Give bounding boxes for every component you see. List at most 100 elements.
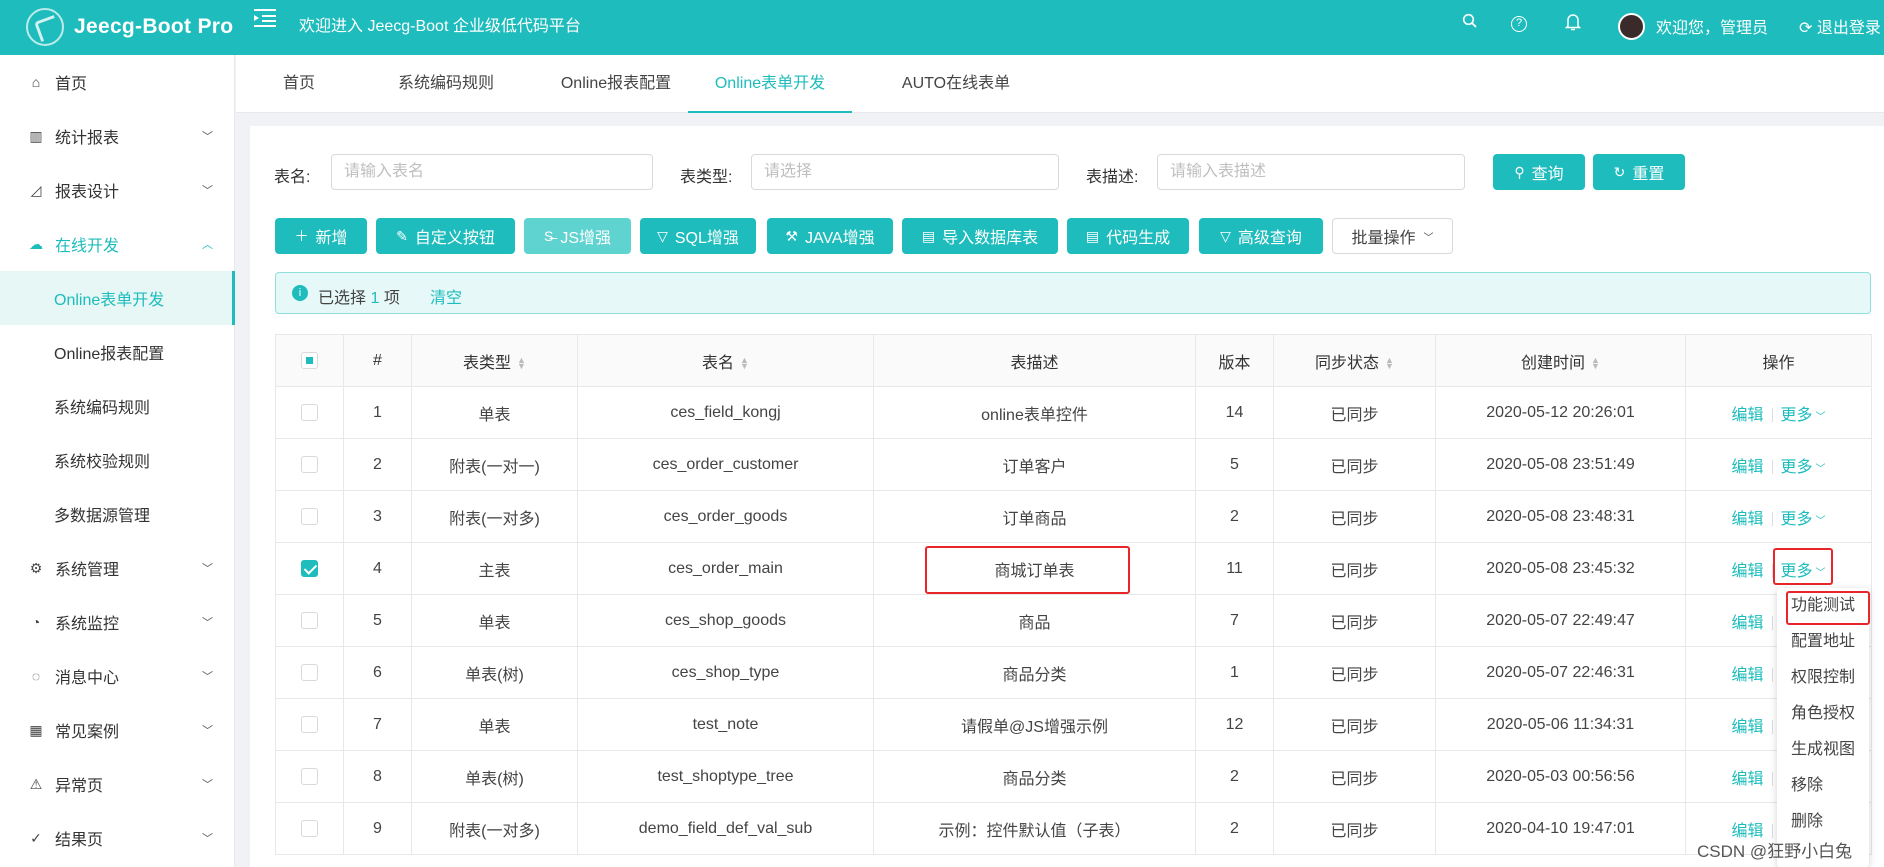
clear-selection-link[interactable]: 清空	[430, 284, 462, 308]
row-select-cell[interactable]	[275, 698, 344, 751]
table-row[interactable]: 9 附表(一对多) demo_field_def_val_sub 示例：控件默认值（子…	[275, 802, 1872, 855]
row-checkbox[interactable]	[301, 819, 318, 837]
sidebar-item-home[interactable]: ⌂ 首页	[0, 55, 235, 109]
row-checkbox[interactable]	[301, 715, 318, 733]
row-checkbox[interactable]	[301, 611, 318, 629]
sidebar-item-monitor[interactable]: ◔ 系统监控 ﹀	[0, 595, 235, 649]
table-row[interactable]: 3 附表(一对多) ces_order_goods 订单商品 2 已同步 2020-05-0…	[275, 490, 1872, 543]
menu-fold-icon[interactable]	[254, 8, 276, 32]
row-checkbox[interactable]	[301, 663, 318, 681]
sidebar-sub-code-rule[interactable]: 系统编码规则	[0, 379, 235, 433]
table-row[interactable]: 5 单表 ces_shop_goods 商品 7 已同步 2020-05-07 22:49:…	[275, 594, 1872, 647]
bell-icon[interactable]	[1562, 13, 1584, 35]
custom-button-button[interactable]: ✎ 自定义按钮	[376, 218, 515, 254]
row-select-cell[interactable]	[275, 802, 344, 855]
js-enhance-button[interactable]: S̶ JS增强	[524, 218, 631, 254]
edit-link[interactable]: 编辑	[1731, 563, 1763, 580]
more-dropdown-link[interactable]: 更多﹀	[1781, 459, 1826, 476]
table-desc-input[interactable]	[1157, 154, 1465, 190]
tab-online-form[interactable]: Online表单开发	[688, 55, 852, 113]
sidebar-item-result[interactable]: ✓ 结果页 ﹀	[0, 811, 235, 865]
cell-created: 2020-05-08 23:51:49	[1435, 438, 1686, 491]
select-all-checkbox[interactable]	[301, 351, 318, 369]
sidebar-item-message[interactable]: ◌ 消息中心 ﹀	[0, 649, 235, 703]
column-header-table-name[interactable]: 表名 ▲ ▼	[577, 334, 874, 387]
row-checkbox[interactable]	[301, 507, 318, 525]
row-checkbox[interactable]	[301, 767, 318, 785]
tab-online-report[interactable]: Online报表配置	[536, 55, 696, 113]
row-select-cell[interactable]	[275, 490, 344, 543]
row-checkbox[interactable]	[301, 403, 318, 421]
more-dropdown-link[interactable]: 更多﹀	[1781, 511, 1826, 528]
column-header-table-type[interactable]: 表类型 ▲ ▼	[411, 334, 578, 387]
custom-button-label: 自定义按钮	[414, 230, 495, 247]
advanced-query-button[interactable]: ▽ 高级查询	[1199, 218, 1323, 254]
sidebar-item-online-dev[interactable]: ☁ 在线开发 ︿	[0, 217, 235, 271]
logout-link[interactable]: ⟳ 退出登录	[1799, 14, 1881, 38]
logo[interactable]: Jeecg-Boot Pro	[26, 8, 233, 46]
cell-version: 5	[1195, 438, 1274, 491]
codegen-button[interactable]: ▤ 代码生成	[1067, 218, 1189, 254]
batch-operation-dropdown[interactable]: 批量操作 ﹀	[1332, 218, 1453, 254]
select-all-cell[interactable]	[275, 334, 344, 387]
sort-icon[interactable]: ▲ ▼	[740, 356, 749, 371]
sql-enhance-button[interactable]: ▽ SQL增强	[640, 218, 756, 254]
reset-button[interactable]: ↻ 重置	[1593, 154, 1685, 190]
tab-auto-form[interactable]: AUTO在线表单	[876, 55, 1036, 113]
row-select-cell[interactable]	[275, 646, 344, 699]
java-enhance-button[interactable]: ⚒ JAVA增强	[767, 218, 893, 254]
user-greeting[interactable]: 欢迎您，管理员	[1656, 14, 1768, 38]
search-icon[interactable]	[1459, 13, 1481, 35]
edit-link[interactable]: 编辑	[1731, 667, 1763, 684]
tab-home[interactable]: 首页	[264, 55, 334, 113]
sidebar-sub-online-form[interactable]: Online表单开发	[0, 271, 235, 325]
menu-item-delete[interactable]: 删除	[1777, 804, 1869, 840]
edit-link[interactable]: 编辑	[1731, 511, 1763, 528]
table-row[interactable]: 6 单表(树) ces_shop_type 商品分类 1 已同步 2020-05-07 22…	[275, 646, 1872, 699]
menu-item-config-url[interactable]: 配置地址	[1777, 624, 1869, 660]
menu-item-role-auth[interactable]: 角色授权	[1777, 696, 1869, 732]
row-checkbox[interactable]	[301, 455, 318, 473]
column-header-sync[interactable]: 同步状态 ▲ ▼	[1273, 334, 1436, 387]
row-select-cell[interactable]	[275, 594, 344, 647]
row-select-cell[interactable]	[275, 438, 344, 491]
row-select-cell[interactable]	[275, 386, 344, 439]
add-button[interactable]: ＋ 新增	[275, 218, 367, 254]
import-db-button[interactable]: ▤ 导入数据库表	[902, 218, 1058, 254]
sidebar-sub-online-report[interactable]: Online报表配置	[0, 325, 235, 379]
cell-table-type: 主表	[411, 542, 578, 595]
table-name-input[interactable]	[331, 154, 653, 190]
menu-item-permission[interactable]: 权限控制	[1777, 660, 1869, 696]
sidebar-sub-datasource[interactable]: 多数据源管理	[0, 487, 235, 541]
table-type-select[interactable]	[751, 154, 1059, 190]
table-row[interactable]: 7 单表 test_note 请假单@JS增强示例 12 已同步 2020-05-06 11…	[275, 698, 1872, 751]
sidebar-item-exception[interactable]: ⚠ 异常页 ﹀	[0, 757, 235, 811]
table-row[interactable]: 8 单表(树) test_shoptype_tree 商品分类 2 已同步 2020-05-…	[275, 750, 1872, 803]
avatar[interactable]	[1618, 13, 1645, 40]
row-select-cell[interactable]	[275, 750, 344, 803]
edit-link[interactable]: 编辑	[1731, 459, 1763, 476]
edit-link[interactable]: 编辑	[1731, 407, 1763, 424]
edit-link[interactable]: 编辑	[1731, 771, 1763, 788]
sidebar-item-cases[interactable]: ▦ 常见案例 ﹀	[0, 703, 235, 757]
sidebar-item-system[interactable]: ⚙ 系统管理 ﹀	[0, 541, 235, 595]
table-row[interactable]: 2 附表(一对一) ces_order_customer 订单客户 5 已同步 2020-0…	[275, 438, 1872, 491]
table-row[interactable]: 1 单表 ces_field_kongj online表单控件 14 已同步 2020-05…	[275, 386, 1872, 439]
sort-icon[interactable]: ▲ ▼	[1385, 356, 1394, 371]
sidebar-sub-check-rule[interactable]: 系统校验规则	[0, 433, 235, 487]
edit-link[interactable]: 编辑	[1731, 615, 1763, 632]
help-icon[interactable]: ?	[1511, 16, 1527, 32]
row-select-cell[interactable]	[275, 542, 344, 595]
sort-icon[interactable]: ▲ ▼	[517, 356, 526, 371]
edit-link[interactable]: 编辑	[1731, 719, 1763, 736]
sidebar-item-stats[interactable]: ▥ 统计报表 ﹀	[0, 109, 235, 163]
column-header-created[interactable]: 创建时间 ▲ ▼	[1435, 334, 1686, 387]
query-button[interactable]: ⚲ 查询	[1493, 154, 1585, 190]
tab-code-rule[interactable]: 系统编码规则	[376, 55, 516, 113]
more-dropdown-link[interactable]: 更多﹀	[1781, 407, 1826, 424]
sort-icon[interactable]: ▲ ▼	[1591, 356, 1600, 371]
menu-item-remove[interactable]: 移除	[1777, 768, 1869, 804]
row-checkbox[interactable]	[301, 559, 318, 577]
menu-item-gen-view[interactable]: 生成视图	[1777, 732, 1869, 768]
sidebar-item-report-design[interactable]: ◿ 报表设计 ﹀	[0, 163, 235, 217]
